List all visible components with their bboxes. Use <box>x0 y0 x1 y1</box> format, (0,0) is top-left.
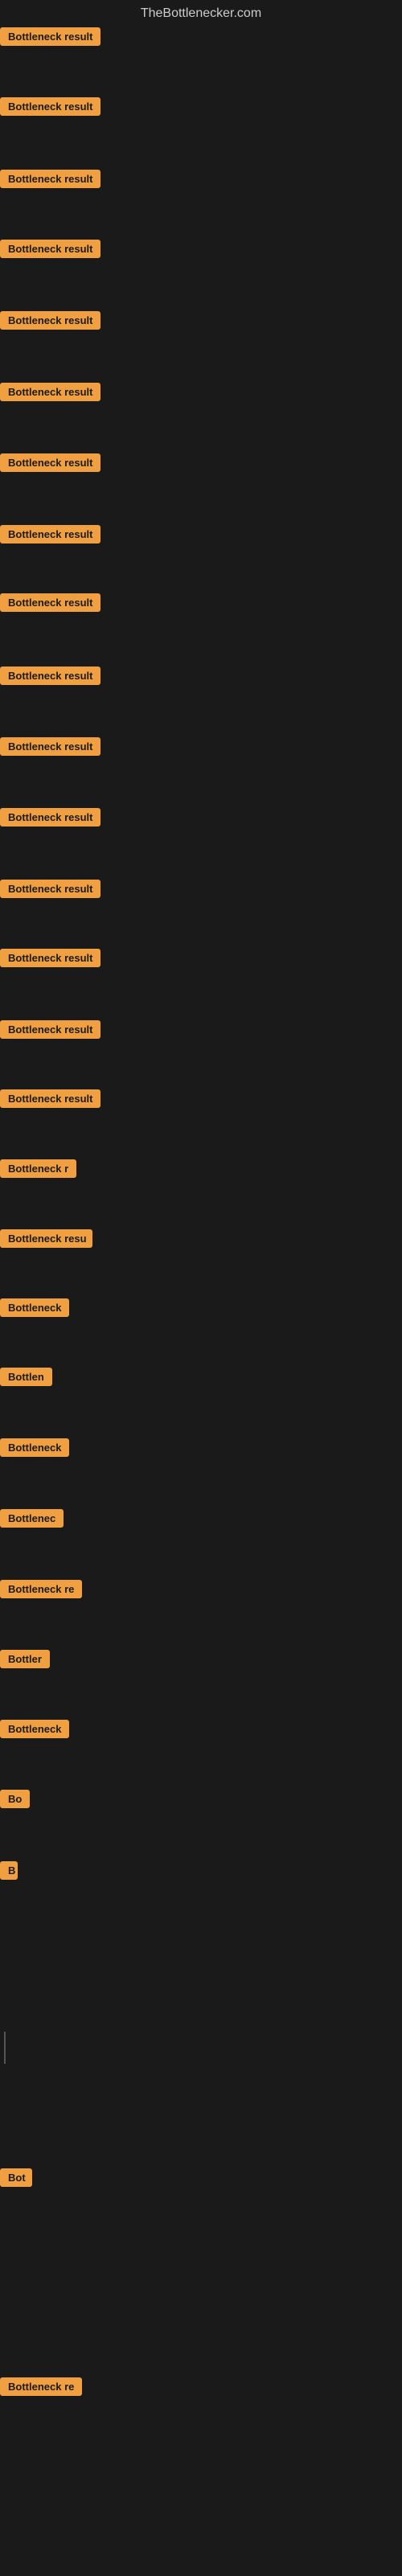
bottleneck-item-1: Bottleneck result <box>0 97 100 120</box>
bottleneck-item-6: Bottleneck result <box>0 453 100 476</box>
bottleneck-badge-9: Bottleneck result <box>0 667 100 685</box>
bottleneck-item-9: Bottleneck result <box>0 667 100 689</box>
bottleneck-badge-16: Bottleneck r <box>0 1159 76 1178</box>
bottleneck-badge-4: Bottleneck result <box>0 311 100 330</box>
bottleneck-badge-17: Bottleneck resu <box>0 1229 92 1248</box>
bottleneck-badge-10: Bottleneck result <box>0 737 100 756</box>
bottleneck-badge-26: B <box>0 1861 18 1880</box>
bottleneck-item-15: Bottleneck result <box>0 1089 100 1112</box>
bottleneck-badge-23: Bottler <box>0 1650 50 1668</box>
bottleneck-item-5: Bottleneck result <box>0 383 100 405</box>
bottleneck-badge-14: Bottleneck result <box>0 1020 100 1039</box>
bottleneck-item-25: Bo <box>0 1790 30 1812</box>
bottleneck-item-23: Bottler <box>0 1650 50 1672</box>
vertical-line-27 <box>4 2032 6 2064</box>
bottleneck-badge-28: Bot <box>0 2168 32 2187</box>
bottleneck-badge-11: Bottleneck result <box>0 808 100 827</box>
bottleneck-item-0: Bottleneck result <box>0 27 100 50</box>
bottleneck-item-21: Bottlenec <box>0 1509 64 1532</box>
bottleneck-badge-21: Bottlenec <box>0 1509 64 1528</box>
bottleneck-item-22: Bottleneck re <box>0 1580 82 1602</box>
bottleneck-badge-20: Bottleneck <box>0 1438 69 1457</box>
bottleneck-item-16: Bottleneck r <box>0 1159 76 1182</box>
bottleneck-item-19: Bottlen <box>0 1368 52 1390</box>
bottleneck-item-18: Bottleneck <box>0 1298 69 1321</box>
bottleneck-item-20: Bottleneck <box>0 1438 69 1461</box>
bottleneck-item-17: Bottleneck resu <box>0 1229 92 1252</box>
bottleneck-badge-24: Bottleneck <box>0 1720 69 1738</box>
bottleneck-badge-8: Bottleneck result <box>0 593 100 612</box>
bottleneck-badge-15: Bottleneck result <box>0 1089 100 1108</box>
bottleneck-item-4: Bottleneck result <box>0 311 100 334</box>
bottleneck-badge-29: Bottleneck re <box>0 2377 82 2396</box>
bottleneck-badge-0: Bottleneck result <box>0 27 100 46</box>
bottleneck-item-24: Bottleneck <box>0 1720 69 1742</box>
bottleneck-badge-7: Bottleneck result <box>0 525 100 544</box>
bottleneck-badge-22: Bottleneck re <box>0 1580 82 1598</box>
bottleneck-item-12: Bottleneck result <box>0 880 100 902</box>
bottleneck-item-2: Bottleneck result <box>0 170 100 192</box>
bottleneck-badge-19: Bottlen <box>0 1368 52 1386</box>
bottleneck-item-14: Bottleneck result <box>0 1020 100 1043</box>
bottleneck-badge-2: Bottleneck result <box>0 170 100 188</box>
bottleneck-item-13: Bottleneck result <box>0 949 100 971</box>
bottleneck-item-29: Bottleneck re <box>0 2377 82 2400</box>
bottleneck-item-3: Bottleneck result <box>0 240 100 262</box>
bottleneck-badge-25: Bo <box>0 1790 30 1808</box>
site-title: TheBottlenecker.com <box>0 0 402 27</box>
bottleneck-item-10: Bottleneck result <box>0 737 100 760</box>
bottleneck-item-8: Bottleneck result <box>0 593 100 616</box>
bottleneck-badge-18: Bottleneck <box>0 1298 69 1317</box>
bottleneck-badge-5: Bottleneck result <box>0 383 100 401</box>
bottleneck-badge-3: Bottleneck result <box>0 240 100 258</box>
bottleneck-item-28: Bot <box>0 2168 32 2191</box>
bottleneck-badge-6: Bottleneck result <box>0 453 100 472</box>
bottleneck-item-7: Bottleneck result <box>0 525 100 548</box>
bottleneck-badge-12: Bottleneck result <box>0 880 100 898</box>
bottleneck-item-26: B <box>0 1861 18 1884</box>
bottleneck-item-11: Bottleneck result <box>0 808 100 831</box>
bottleneck-badge-1: Bottleneck result <box>0 97 100 116</box>
bottleneck-badge-13: Bottleneck result <box>0 949 100 967</box>
